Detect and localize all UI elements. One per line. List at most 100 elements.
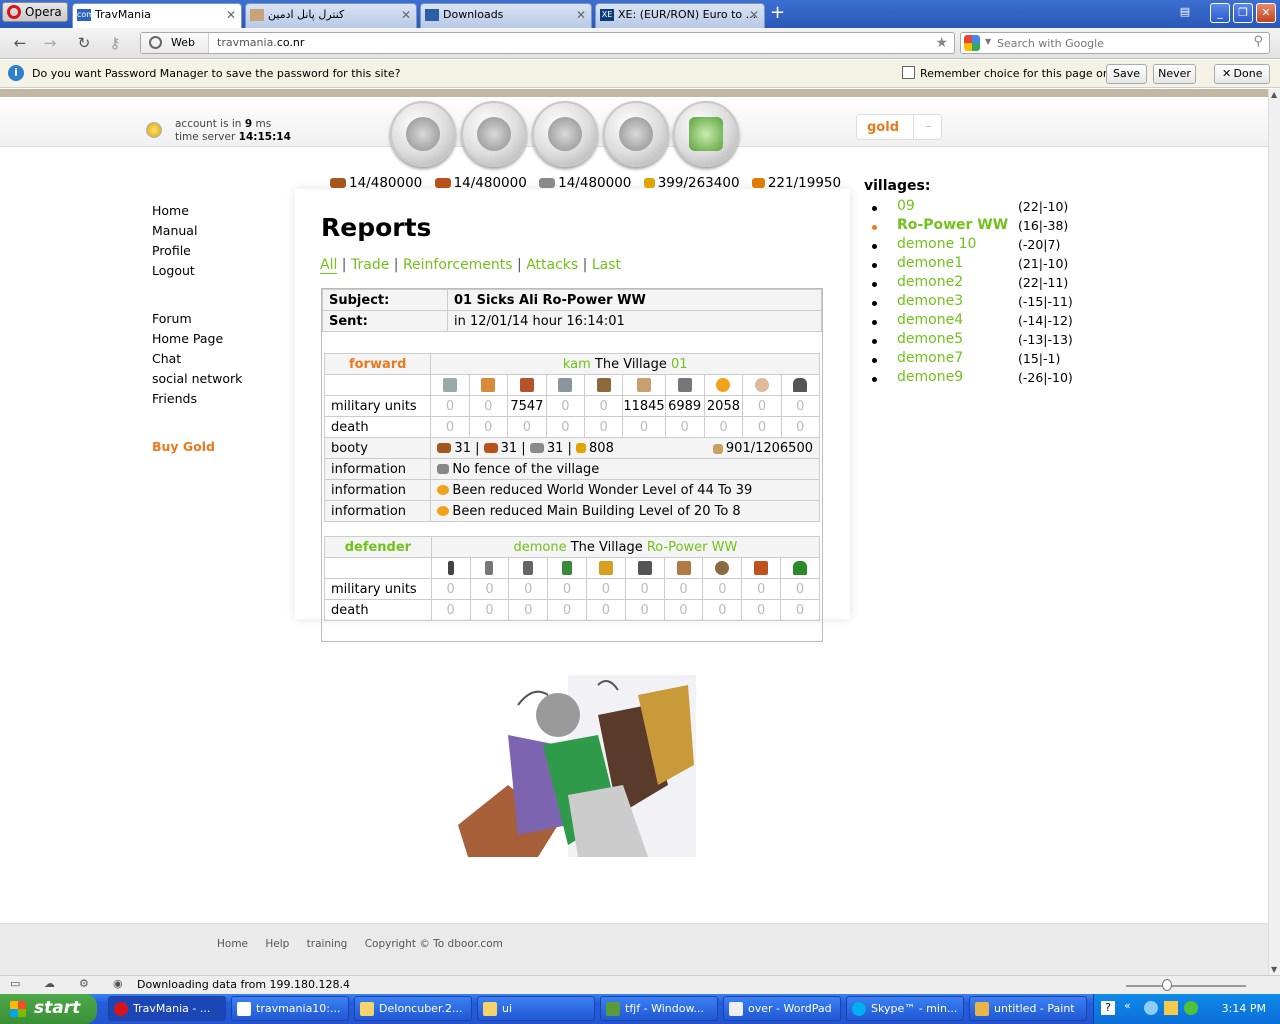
village-name[interactable]: demone3 (897, 293, 963, 309)
never-button[interactable]: Never (1153, 64, 1196, 84)
village-item[interactable]: demone7 (15|-1) (869, 350, 1079, 369)
village-name[interactable]: 09 (897, 198, 915, 214)
village-nav-button[interactable] (461, 101, 527, 167)
village-name[interactable]: demone4 (897, 312, 963, 328)
done-button[interactable]: ✕ Done (1214, 64, 1270, 84)
cloud-icon[interactable]: ☁ (44, 977, 55, 990)
statistics-nav-button[interactable] (603, 101, 669, 167)
forward-icon[interactable]: → (41, 34, 59, 52)
google-icon[interactable] (964, 35, 980, 51)
attacker-player-link[interactable]: kam (563, 357, 591, 372)
menu-chat[interactable]: Chat (152, 349, 242, 369)
menu-social-network[interactable]: social network (152, 369, 242, 389)
reports-nav-button[interactable] (673, 101, 739, 167)
village-name[interactable]: Ro-Power WW (897, 217, 1008, 233)
close-tab-icon[interactable]: ✕ (401, 4, 411, 26)
village-item[interactable]: demone9 (-26|-10) (869, 369, 1079, 388)
task-ui[interactable]: ui (477, 996, 595, 1021)
remember-checkbox[interactable] (902, 66, 915, 79)
village-name[interactable]: demone7 (897, 350, 963, 366)
attacker-village-link[interactable]: 01 (671, 357, 688, 372)
scroll-up-icon[interactable]: ▲ (1271, 90, 1277, 99)
bookmark-star-icon[interactable]: ★ (935, 33, 948, 53)
village-item[interactable]: 09 (22|-10) (869, 198, 1079, 217)
task-skype[interactable]: Skype™ - min... (846, 996, 964, 1021)
village-item[interactable]: demone5 (-13|-13) (869, 331, 1079, 350)
footer-help-link[interactable]: Help (265, 938, 289, 950)
menu-friends[interactable]: Friends (152, 389, 242, 409)
close-window-icon[interactable]: ✕ (1256, 3, 1276, 23)
task-travmania[interactable]: TravMania - ... (108, 996, 226, 1021)
new-tab-icon[interactable]: + (770, 4, 785, 22)
defender-village-link[interactable]: Ro-Power WW (647, 540, 737, 555)
trash-icon[interactable]: ▤ (1175, 3, 1195, 23)
filter-trade[interactable]: Trade (351, 257, 389, 273)
menu-buy-gold[interactable]: Buy Gold (152, 437, 242, 457)
village-name[interactable]: demone 10 (897, 236, 976, 252)
web-button[interactable]: Web (141, 33, 209, 53)
close-tab-icon[interactable]: ✕ (749, 4, 759, 26)
village-name[interactable]: demone2 (897, 274, 963, 290)
defender-player-link[interactable]: demone (513, 540, 566, 555)
panel-toggle-icon[interactable]: ▭ (10, 977, 20, 990)
zoom-slider[interactable] (1126, 985, 1246, 987)
minimize-icon[interactable]: _ (1210, 3, 1230, 23)
tab-xe[interactable]: XE XE: (EUR/RON) Euro to ... ✕ (595, 3, 765, 28)
network-icon[interactable] (1144, 1001, 1158, 1015)
task-wordpad[interactable]: over - WordPad (723, 996, 841, 1021)
menu-forum[interactable]: Forum (152, 309, 242, 329)
close-tab-icon[interactable]: ✕ (576, 4, 586, 26)
save-password-button[interactable]: Save (1106, 64, 1147, 84)
sync-icon[interactable]: ⚙ (79, 977, 89, 990)
vertical-scrollbar[interactable]: ▲ ▼ (1268, 89, 1280, 975)
antivirus-icon[interactable] (1164, 1001, 1178, 1015)
village-item[interactable]: demone3 (-15|-11) (869, 293, 1079, 312)
filter-last[interactable]: Last (592, 257, 621, 273)
village-item-current[interactable]: Ro-Power WW (16|-38) (869, 217, 1079, 236)
task-tfjf[interactable]: tfjf - Window... (600, 996, 718, 1021)
village-item[interactable]: demone 10 (-20|7) (869, 236, 1079, 255)
tab-travmania[interactable]: com TravMania ✕ (72, 3, 242, 29)
restore-icon[interactable]: ❐ (1233, 3, 1253, 23)
village-item[interactable]: demone4 (-14|-12) (869, 312, 1079, 331)
reload-icon[interactable]: ↻ (75, 34, 93, 52)
task-travmania10[interactable]: travmania10:... (231, 996, 349, 1021)
task-paint[interactable]: untitled - Paint (969, 996, 1087, 1021)
turbo-icon[interactable]: ◉ (113, 977, 123, 990)
gold-box[interactable]: gold – (856, 114, 942, 140)
tray-expand-icon[interactable]: « (1124, 999, 1131, 1012)
back-icon[interactable]: ← (11, 34, 29, 52)
menu-manual[interactable]: Manual (152, 221, 242, 241)
close-tab-icon[interactable]: ✕ (226, 4, 236, 26)
footer-home-link[interactable]: Home (217, 938, 248, 950)
menu-home-page[interactable]: Home Page (152, 329, 242, 349)
filter-all[interactable]: All (320, 257, 338, 274)
skype-status-icon[interactable] (1184, 1001, 1198, 1015)
search-box[interactable]: ▼ ⚲ (960, 32, 1270, 54)
search-input[interactable] (997, 33, 1247, 53)
village-name[interactable]: demone1 (897, 255, 963, 271)
village-name[interactable]: demone5 (897, 331, 963, 347)
task-deioncuber[interactable]: DeIoncuber.2... (354, 996, 472, 1021)
resources-nav-button[interactable] (390, 101, 456, 167)
filter-attacks[interactable]: Attacks (526, 257, 578, 273)
start-button[interactable]: start (0, 994, 97, 1024)
tab-admin-panel[interactable]: کنترل پانل ادمین ✕ (245, 3, 417, 28)
search-icon[interactable]: ⚲ (1253, 34, 1263, 49)
map-nav-button[interactable] (532, 101, 598, 167)
menu-logout[interactable]: Logout (152, 261, 242, 281)
village-item[interactable]: demone1 (21|-10) (869, 255, 1079, 274)
zoom-slider-knob[interactable] (1162, 979, 1172, 991)
scroll-down-icon[interactable]: ▼ (1271, 965, 1277, 974)
help-icon[interactable]: ? (1101, 1001, 1115, 1015)
village-name[interactable]: demone9 (897, 369, 963, 385)
menu-profile[interactable]: Profile (152, 241, 242, 261)
url-field[interactable]: Web travmania.co.nr ★ (140, 32, 955, 54)
menu-home[interactable]: Home (152, 201, 242, 221)
key-icon[interactable]: ⚷ (106, 34, 124, 52)
footer-training-link[interactable]: training (307, 938, 348, 950)
tab-downloads[interactable]: Downloads ✕ (420, 3, 592, 28)
opera-menu-button[interactable]: Opera (2, 2, 68, 22)
chevron-down-icon[interactable]: ▼ (985, 37, 991, 46)
filter-reinforcements[interactable]: Reinforcements (403, 257, 513, 273)
